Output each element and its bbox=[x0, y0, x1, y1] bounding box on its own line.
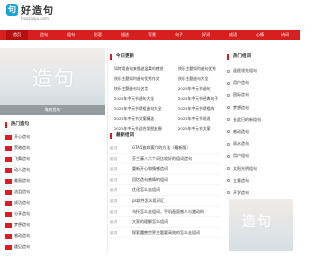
square-icon bbox=[227, 81, 230, 85]
list-item[interactable]: 黑暗造句 bbox=[5, 142, 103, 153]
tag-icon bbox=[5, 222, 12, 228]
site-logo-icon[interactable]: 句 bbox=[6, 4, 18, 16]
square-icon bbox=[227, 69, 230, 73]
square-icon bbox=[227, 106, 230, 110]
list-item[interactable]: 飞舞造句 bbox=[5, 153, 103, 164]
tag-icon bbox=[5, 233, 12, 239]
thumb-calligraphy: 造句 bbox=[242, 214, 272, 230]
site-brand[interactable]: 好造句 bbox=[21, 2, 54, 17]
sidebar-thumbnail[interactable]: 造句 bbox=[229, 199, 293, 251]
news-link[interactable]: 2025年中元节说说 bbox=[178, 116, 222, 122]
nav-item-home[interactable]: 首页 bbox=[6, 30, 28, 40]
nav-item-xinqing[interactable]: 心情 bbox=[249, 30, 271, 40]
site-header: 句 好造句 haozaoju.com bbox=[0, 0, 300, 26]
list-item[interactable]: 雨水造句 bbox=[227, 138, 297, 150]
latest-section-title: 最新组词 bbox=[110, 132, 134, 140]
list-item[interactable]: 动人造句 bbox=[5, 164, 103, 175]
news-link[interactable]: 快乐主题如何造句优秀作文 bbox=[114, 76, 174, 82]
news-link[interactable]: 快乐主题造句与名言 bbox=[114, 86, 174, 92]
tag-icon bbox=[5, 211, 12, 217]
list-item[interactable]: 立意造句 bbox=[227, 175, 297, 187]
list-item[interactable]: 组词 重新开心和情感造词 bbox=[110, 164, 220, 175]
news-link[interactable]: 2025年中元节文案精选 bbox=[114, 116, 174, 122]
news-link[interactable]: 2025年中元节文案 bbox=[178, 126, 222, 132]
banner-calligraphy: 造句 bbox=[32, 66, 76, 90]
news-link[interactable]: 2025年中元节祭祖的 bbox=[178, 106, 222, 112]
banner-caption[interactable]: 海底造句 bbox=[0, 105, 105, 115]
list-item[interactable]: 组词 回忆造句感情的组词 bbox=[110, 175, 220, 186]
square-icon bbox=[227, 154, 230, 158]
today-section-title: 今日更新 bbox=[110, 53, 134, 61]
list-item[interactable]: 开心造句 bbox=[5, 131, 103, 142]
square-icon bbox=[227, 179, 230, 183]
list-item[interactable]: 遥遥领先组句 bbox=[227, 65, 297, 77]
tag-icon bbox=[5, 156, 12, 162]
list-item[interactable]: 组词 乌托怎么去组词，手机画面感人与激动的 bbox=[110, 207, 220, 218]
list-item[interactable]: 感动造句 bbox=[5, 230, 103, 241]
nav-item-haoci[interactable]: 好词 bbox=[195, 30, 217, 40]
list-item[interactable]: 组词 GTA5放弃狐穴的方法（最新版） bbox=[110, 143, 220, 154]
news-link[interactable]: 快乐主题如何造句优秀 bbox=[178, 66, 222, 72]
square-icon bbox=[227, 130, 230, 134]
tag-icon bbox=[5, 167, 12, 173]
nav-item-xiejing[interactable]: 写景 bbox=[141, 30, 163, 40]
nav-item-shici[interactable]: 诗词 bbox=[274, 30, 296, 40]
nav-item-zuju[interactable]: 组句 bbox=[60, 30, 82, 40]
list-item[interactable]: 开学造句 bbox=[227, 187, 297, 199]
list-item[interactable]: 太阳光明组句 bbox=[227, 163, 297, 175]
list-item[interactable]: 组词 优化怎么去组词 bbox=[110, 185, 220, 196]
square-icon bbox=[227, 191, 230, 195]
tag-icon bbox=[5, 145, 12, 151]
hot-section-title: 热门造句 bbox=[5, 121, 29, 129]
list-item[interactable]: 组词 ps软件怎么组词汇 bbox=[110, 196, 220, 207]
nav-item-chengyu[interactable]: 成语 bbox=[222, 30, 244, 40]
tag-icon bbox=[5, 200, 12, 206]
list-item[interactable]: 国际造句 bbox=[227, 89, 297, 101]
list-item[interactable]: 组词 探索魔兽世界主题要高效的怎么去组词 bbox=[110, 228, 220, 239]
list-item[interactable]: 用户组句 bbox=[227, 150, 297, 162]
list-item[interactable]: 组词 大家的理解怎么组词 bbox=[110, 217, 220, 228]
tag-icon bbox=[5, 134, 12, 140]
nav-item-xingrong[interactable]: 形容 bbox=[87, 30, 109, 40]
side-list: 遥遥领先组句 用户造句 国际造句 梦想造句 长此日的新组句 感动造句 雨水造句 … bbox=[227, 65, 297, 199]
news-link[interactable]: 2025年中元节经典句子 bbox=[178, 96, 222, 102]
square-icon bbox=[227, 167, 230, 170]
main-nav: 首页 造句 组句 形容 描述 写景 句子 好词 成语 心情 诗词 bbox=[0, 30, 300, 40]
hot-list: 开心造句 黑暗造句 飞舞造句 动人造句 美丽造句 流泪造句 成功造句 分享造句 … bbox=[5, 131, 103, 252]
nav-item-miaoshu[interactable]: 描述 bbox=[114, 30, 136, 40]
news-link[interactable]: 快乐主题造句大全 bbox=[178, 76, 222, 82]
square-icon bbox=[227, 118, 230, 122]
news-link[interactable]: 2025年中元节造句 bbox=[178, 86, 222, 92]
site-domain: haozaoju.com bbox=[21, 16, 49, 21]
list-item[interactable]: 流泪造句 bbox=[5, 186, 103, 197]
list-item[interactable]: 遇见造句 bbox=[5, 241, 103, 252]
latest-list: 组词 GTA5放弃狐穴的方法（最新版） 组词 芬兰藤八六个词比较好的组词造句 组词重… bbox=[110, 143, 220, 239]
nav-item-zaoju[interactable]: 造句 bbox=[33, 30, 55, 40]
list-item[interactable]: 美丽造句 bbox=[5, 175, 103, 186]
square-icon bbox=[227, 93, 230, 97]
list-item[interactable]: 梦想造句 bbox=[5, 219, 103, 230]
tag-icon bbox=[5, 244, 12, 250]
news-link[interactable]: 2025年中元节造句大全 bbox=[114, 96, 174, 102]
column-divider bbox=[107, 48, 108, 253]
list-item[interactable]: 感动造句 bbox=[227, 126, 297, 138]
tag-icon bbox=[5, 189, 12, 195]
list-item[interactable]: 用户造句 bbox=[227, 77, 297, 89]
news-link[interactable]: 2025年中元节祭祖造句大全 bbox=[114, 106, 174, 112]
list-item[interactable]: 成功造句 bbox=[5, 197, 103, 208]
featured-banner[interactable]: 造句 海底造句 bbox=[0, 48, 105, 115]
list-item[interactable]: 梦想造句 bbox=[227, 102, 297, 114]
news-link[interactable]: 如何用造句来描述温柔的感觉 bbox=[114, 66, 174, 72]
nav-item-juzi[interactable]: 句子 bbox=[168, 30, 190, 40]
square-icon bbox=[227, 142, 230, 146]
side-section-title: 热门组词 bbox=[227, 53, 251, 61]
list-item[interactable]: 长此日的新组句 bbox=[227, 114, 297, 126]
list-item[interactable]: 分享造句 bbox=[5, 208, 103, 219]
list-item[interactable]: 组词 芬兰藤八六个词比较好的组词造句 bbox=[110, 154, 220, 165]
tag-icon bbox=[5, 178, 12, 184]
